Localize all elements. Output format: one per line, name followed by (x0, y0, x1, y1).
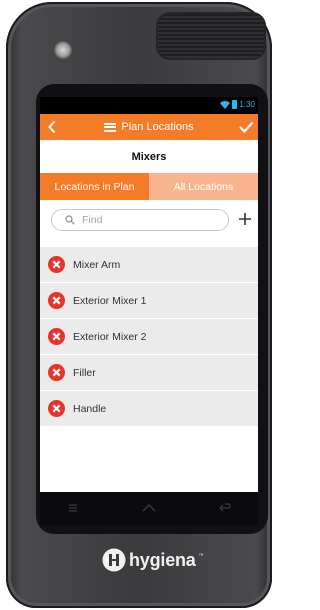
remove-circle-icon[interactable] (48, 292, 65, 309)
trademark: ™ (198, 553, 204, 559)
menu-icon (104, 122, 117, 132)
list-item[interactable]: Exterior Mixer 2 (40, 319, 258, 355)
brand-name: hygiena (129, 549, 196, 570)
list-item-label: Filler (73, 366, 96, 379)
wifi-icon (220, 100, 231, 109)
brand-logo: hygiena ™ (102, 548, 204, 572)
hygiena-logo-icon (102, 548, 126, 572)
list-item[interactable]: Mixer Arm (40, 247, 258, 283)
search-input[interactable] (82, 212, 222, 228)
recent-apps-icon[interactable] (62, 498, 84, 518)
remove-circle-icon[interactable] (48, 256, 65, 273)
chevron-left-icon (48, 120, 56, 134)
remove-circle-icon[interactable] (48, 364, 65, 381)
group-title: Mixers (131, 150, 167, 163)
list-item[interactable]: Exterior Mixer 1 (40, 283, 258, 319)
battery-icon (232, 100, 238, 109)
title-bar: Plan Locations (40, 114, 258, 140)
back-icon[interactable] (214, 498, 236, 518)
app-screen: 1:30 Plan Locations Mixers Locations in … (40, 97, 258, 525)
page-title: Plan Locations (121, 121, 194, 133)
tab-all-locations[interactable]: All Locations (149, 173, 258, 200)
status-bar: 1:30 (40, 97, 258, 114)
list-item[interactable]: Handle (40, 391, 258, 427)
list-item[interactable]: Filler (40, 355, 258, 391)
remove-circle-icon[interactable] (48, 328, 65, 345)
back-button[interactable] (43, 117, 61, 137)
tab-bar: Locations in Plan All Locations (40, 173, 258, 200)
list-item-label: Handle (73, 402, 107, 415)
list-item-label: Mixer Arm (73, 258, 121, 271)
home-icon[interactable] (138, 498, 160, 518)
check-icon (239, 121, 254, 134)
list-item-label: Exterior Mixer 2 (73, 330, 147, 343)
status-icons: 1:30 (220, 100, 255, 109)
search-box (51, 209, 229, 231)
location-list: Mixer Arm Exterior Mixer 1 Exterior Mixe… (40, 247, 258, 427)
tab-locations-in-plan[interactable]: Locations in Plan (40, 173, 149, 200)
add-location-button[interactable] (236, 209, 254, 229)
search-icon (65, 215, 75, 225)
speaker-grille (156, 12, 266, 60)
group-header: Mixers (40, 140, 258, 173)
title-wrap: Plan Locations (40, 114, 258, 140)
search-row (40, 200, 258, 240)
camera-icon (53, 40, 73, 60)
plus-icon (239, 213, 251, 225)
list-item-label: Exterior Mixer 1 (73, 294, 147, 307)
status-time: 1:30 (239, 100, 255, 109)
save-button[interactable] (236, 116, 256, 138)
system-nav-bar (40, 492, 258, 525)
remove-circle-icon[interactable] (48, 400, 65, 417)
